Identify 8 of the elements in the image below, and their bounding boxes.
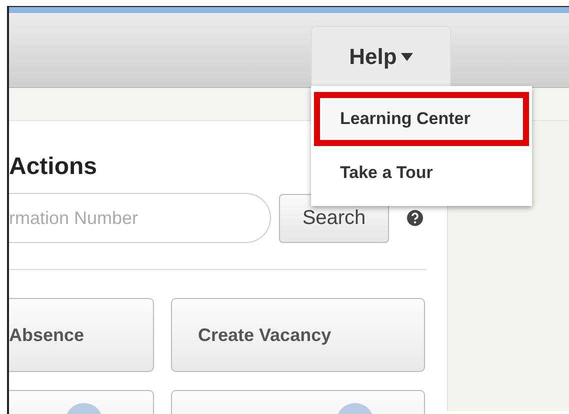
panel-title: Actions <box>9 153 98 181</box>
menu-item[interactable]: Learning Center <box>314 92 529 146</box>
help-icon[interactable] <box>407 210 423 226</box>
action-button[interactable]: Create Vacancy <box>171 298 425 372</box>
caret-icon <box>400 53 413 61</box>
action-button[interactable]: Absence <box>9 298 154 372</box>
search-field[interactable]: rmation Number <box>9 193 271 243</box>
help-menu-button[interactable]: Help <box>311 26 451 87</box>
